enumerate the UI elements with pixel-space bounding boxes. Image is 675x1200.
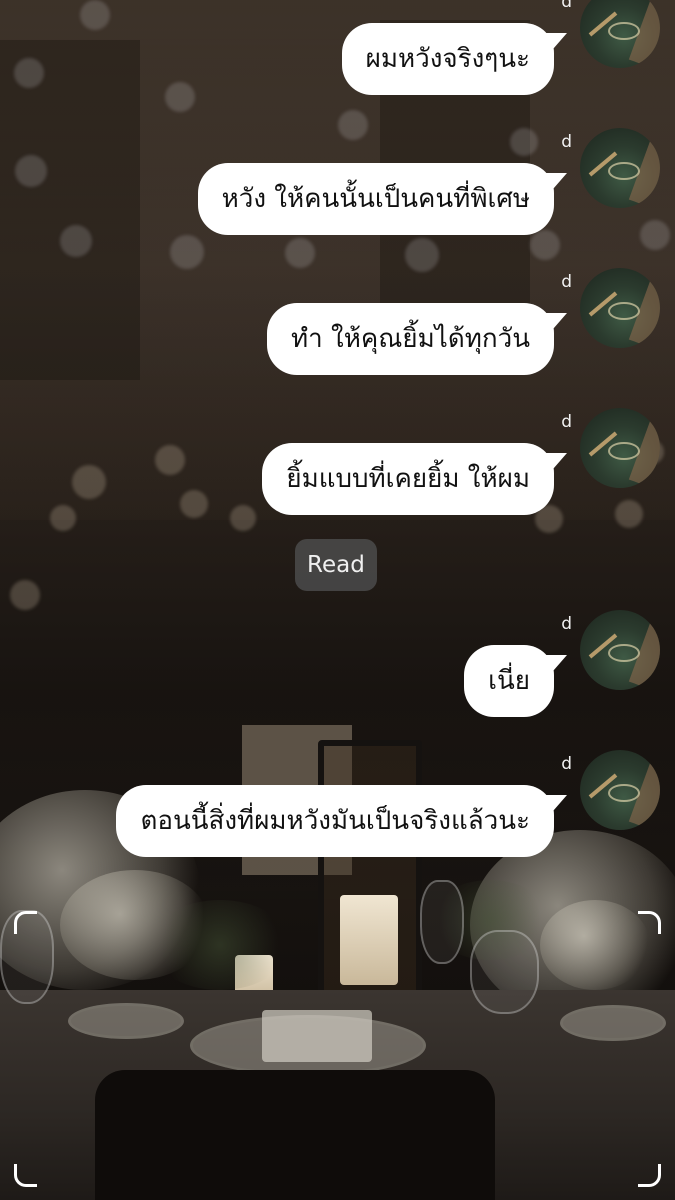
message-row: d ยิ้มแบบที่เคยยิ้ม ให้ผม xyxy=(0,408,675,528)
viewfinder-corner-icon xyxy=(14,1164,37,1187)
profile-avatar-icon[interactable] xyxy=(580,0,660,68)
profile-avatar-icon[interactable] xyxy=(580,268,660,348)
message-row: d ผมหวังจริงๆนะ xyxy=(0,0,675,120)
sender-name: d xyxy=(561,412,572,432)
viewfinder-corner-icon xyxy=(14,911,37,934)
profile-avatar-icon[interactable] xyxy=(580,750,660,830)
profile-avatar-icon[interactable] xyxy=(580,610,660,690)
sender-name: d xyxy=(561,754,572,774)
sender-name: d xyxy=(561,0,572,12)
message-row: d หวัง ให้คนนั้นเป็นคนที่พิเศษ xyxy=(0,128,675,248)
profile-avatar-icon[interactable] xyxy=(580,408,660,488)
message-bubble[interactable]: ยิ้มแบบที่เคยยิ้ม ให้ผม xyxy=(262,443,554,515)
sender-name: d xyxy=(561,132,572,152)
viewfinder-corner-icon xyxy=(638,911,661,934)
sender-name: d xyxy=(561,614,572,634)
message-row: d ตอนนี้สิ่งที่ผมหวังมันเป็นจริงแล้วนะ xyxy=(0,750,675,870)
read-receipt: Read xyxy=(295,539,377,591)
message-bubble[interactable]: หวัง ให้คนนั้นเป็นคนที่พิเศษ xyxy=(197,163,554,235)
chat-thread: d ผมหวังจริงๆนะ d หวัง ให้คนนั้นเป็นคนที… xyxy=(0,0,675,1200)
message-row: d เนี่ย xyxy=(0,610,675,730)
message-bubble[interactable]: ทำ ให้คุณยิ้มได้ทุกวัน xyxy=(267,303,554,375)
message-bubble[interactable]: เนี่ย xyxy=(464,645,554,717)
profile-avatar-icon[interactable] xyxy=(580,128,660,208)
message-bubble[interactable]: ตอนนี้สิ่งที่ผมหวังมันเป็นจริงแล้วนะ xyxy=(116,785,554,857)
message-bubble[interactable]: ผมหวังจริงๆนะ xyxy=(341,23,554,95)
sender-name: d xyxy=(561,272,572,292)
message-row: d ทำ ให้คุณยิ้มได้ทุกวัน xyxy=(0,268,675,388)
